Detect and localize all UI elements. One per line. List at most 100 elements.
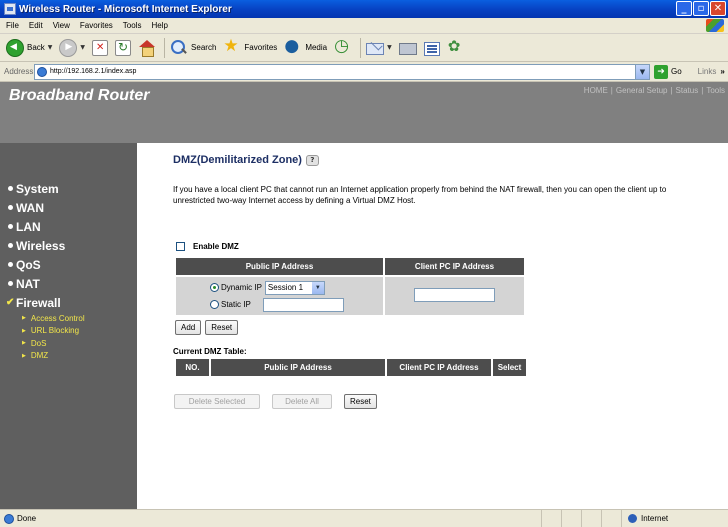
sidebar-item-wireless[interactable]: Wireless xyxy=(6,236,85,255)
media-button[interactable]: Media xyxy=(282,36,329,59)
topnav-status[interactable]: Status xyxy=(676,86,699,95)
window-title: Wireless Router - Microsoft Internet Exp… xyxy=(19,3,232,15)
menu-file[interactable]: File xyxy=(0,21,24,30)
refresh-button[interactable] xyxy=(113,37,133,59)
sidebar: System WAN LAN Wireless QoS NAT ✔ Firewal… xyxy=(0,143,137,509)
dynamic-ip-radio[interactable] xyxy=(210,283,219,292)
search-button[interactable]: Search xyxy=(168,37,218,59)
sidebar-item-label: Firewall xyxy=(16,295,61,310)
col-client-ip-header: Client PC IP Address xyxy=(387,359,491,376)
minimize-button[interactable]: _ xyxy=(676,1,692,16)
forward-button[interactable]: ▼ xyxy=(57,37,87,59)
favorites-star-icon xyxy=(223,36,241,57)
bullet-icon xyxy=(8,262,13,267)
sidebar-item-qos[interactable]: QoS xyxy=(6,255,85,274)
menu-edit[interactable]: Edit xyxy=(24,21,48,30)
edit-button[interactable] xyxy=(422,37,442,59)
back-button[interactable]: Back ▼ xyxy=(4,37,54,59)
dynamic-ip-label: Dynamic IP xyxy=(221,283,262,292)
sidebar-item-system[interactable]: System xyxy=(6,179,85,198)
table-buttons: Delete Selected Delete All Reset xyxy=(174,394,377,409)
router-header: Broadband Router HOME | General Setup | Stat… xyxy=(0,82,728,143)
col-public-ip-header: Public IP Address xyxy=(211,359,385,376)
page-done-icon xyxy=(4,513,14,524)
sidebar-item-wan[interactable]: WAN xyxy=(6,198,85,217)
subnav-item-dmz[interactable]: ▶ DMZ xyxy=(22,350,85,363)
forward-dropdown-icon[interactable]: ▼ xyxy=(80,44,85,51)
session-select[interactable]: Session 1 ▼ xyxy=(264,280,325,295)
address-bar: Address http://192.168.2.1/index.asp ▼ ➜… xyxy=(0,62,728,82)
static-ip-label: Static IP xyxy=(221,300,251,309)
status-panels: Internet xyxy=(541,510,728,527)
home-button[interactable] xyxy=(136,37,158,59)
subnav-label: Access Control xyxy=(30,313,85,323)
back-label: Back xyxy=(27,43,45,52)
links-chevron[interactable]: » xyxy=(720,67,724,76)
windows-logo-icon xyxy=(706,19,724,32)
favorites-button[interactable]: Favorites xyxy=(221,36,279,59)
menu-view[interactable]: View xyxy=(48,21,75,30)
topnav-separator: | xyxy=(670,86,673,95)
main-content: DMZ(Demilitarized Zone) ? If you have a … xyxy=(173,154,713,409)
topnav-general-setup[interactable]: General Setup xyxy=(616,86,668,95)
close-button[interactable]: ✕ xyxy=(710,1,726,16)
session-select-value: Session 1 xyxy=(267,283,304,292)
subnav-item-url-blocking[interactable]: ▶ URL Blocking xyxy=(22,325,85,338)
forward-arrow-icon xyxy=(59,38,78,57)
search-label: Search xyxy=(191,43,217,52)
media-icon xyxy=(284,36,302,57)
back-dropdown-icon[interactable]: ▼ xyxy=(48,44,53,51)
topnav-tools[interactable]: Tools xyxy=(706,86,725,95)
sidebar-item-nat[interactable]: NAT xyxy=(6,274,85,293)
reset-table-button[interactable]: Reset xyxy=(344,394,377,409)
top-nav: HOME | General Setup | Status | Tools xyxy=(584,86,725,95)
bullet-icon xyxy=(8,243,13,248)
bullet-icon xyxy=(8,281,13,286)
address-input[interactable]: http://192.168.2.1/index.asp ▼ xyxy=(34,63,650,80)
print-button[interactable] xyxy=(397,37,419,59)
static-ip-input[interactable] xyxy=(262,297,344,312)
mail-button[interactable]: ▼ xyxy=(364,37,394,59)
client-ip-input[interactable] xyxy=(414,288,495,302)
enable-dmz-label: Enable DMZ xyxy=(193,242,239,251)
topnav-separator: | xyxy=(610,86,613,95)
checkmark-icon: ✔ xyxy=(6,297,15,308)
page-title-row: DMZ(Demilitarized Zone) ? xyxy=(173,154,713,166)
messenger-button[interactable] xyxy=(445,37,467,59)
reset-button[interactable]: Reset xyxy=(205,320,239,335)
address-dropdown-icon[interactable]: ▼ xyxy=(635,64,649,79)
delete-selected-button[interactable]: Delete Selected xyxy=(174,394,260,409)
arrow-right-icon: ▶ xyxy=(22,340,26,347)
sidebar-nav: System WAN LAN Wireless QoS NAT ✔ Firewal… xyxy=(6,179,85,362)
menu-tools[interactable]: Tools xyxy=(118,21,147,30)
enable-dmz-checkbox[interactable] xyxy=(176,242,185,251)
sidebar-item-lan[interactable]: LAN xyxy=(6,217,85,236)
add-button[interactable]: Add xyxy=(175,320,202,335)
bullet-icon xyxy=(8,186,13,191)
sidebar-item-firewall[interactable]: ✔ Firewall xyxy=(6,293,85,312)
subnav-item-dos[interactable]: ▶ DoS xyxy=(22,337,85,350)
links-label[interactable]: Links xyxy=(698,67,717,76)
stop-button[interactable] xyxy=(90,37,110,59)
public-ip-header: Public IP Address xyxy=(176,258,383,275)
help-icon[interactable]: ? xyxy=(305,154,319,166)
menu-favorites[interactable]: Favorites xyxy=(75,21,118,30)
client-ip-header: Client PC IP Address xyxy=(385,258,524,275)
arrow-right-icon: ▶ xyxy=(22,327,26,334)
maximize-button[interactable]: ▫ xyxy=(693,1,709,16)
stop-icon xyxy=(92,39,109,56)
delete-all-button[interactable]: Delete All xyxy=(272,394,332,409)
topnav-home[interactable]: HOME xyxy=(584,86,608,95)
mail-icon xyxy=(366,43,385,55)
menu-help[interactable]: Help xyxy=(146,21,172,30)
security-zone: Internet xyxy=(621,510,728,527)
bullet-icon xyxy=(8,224,13,229)
subnav-item-access-control[interactable]: ▶ Access Control xyxy=(22,312,85,325)
back-arrow-icon xyxy=(6,38,24,57)
history-button[interactable] xyxy=(332,36,354,59)
go-button[interactable]: ➜ Go xyxy=(654,64,682,79)
mail-dropdown-icon[interactable]: ▼ xyxy=(387,44,392,51)
favorites-label: Favorites xyxy=(244,43,278,52)
static-ip-radio[interactable] xyxy=(210,300,219,309)
toolbar-separator xyxy=(164,37,166,58)
